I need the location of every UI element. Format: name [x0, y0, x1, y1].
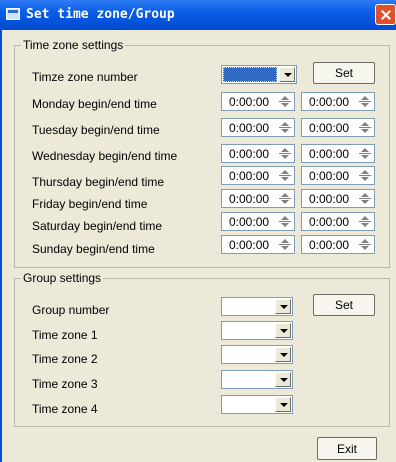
timezone2-label: Time zone 2: [32, 352, 98, 366]
timezone-set-button[interactable]: Set: [313, 62, 375, 84]
timezone3-combo[interactable]: [221, 370, 293, 389]
close-button[interactable]: [375, 4, 396, 25]
time-value: 0:00:00: [309, 121, 350, 135]
saturday-end-time[interactable]: 0:00:00: [301, 212, 375, 231]
wednesday-begin-time[interactable]: 0:00:00: [221, 144, 295, 163]
timezone-settings-legend: Time zone settings: [23, 38, 124, 52]
window-border: [0, 30, 2, 462]
spinner-icon[interactable]: [278, 146, 292, 161]
exit-button[interactable]: Exit: [317, 437, 377, 460]
friday-end-time[interactable]: 0:00:00: [301, 189, 375, 208]
spinner-icon[interactable]: [358, 120, 372, 135]
monday-begin-time[interactable]: 0:00:00: [221, 92, 295, 111]
chevron-down-icon[interactable]: [275, 397, 291, 412]
time-value: 0:00:00: [229, 121, 270, 135]
timezone-number-combo[interactable]: [221, 65, 297, 84]
group-settings-legend: Group settings: [23, 271, 102, 285]
combo-selection: [223, 67, 277, 82]
spinner-icon[interactable]: [358, 168, 372, 183]
chevron-down-icon[interactable]: [275, 299, 291, 314]
dialog-window: Set time zone/Group Time zone settings T…: [0, 0, 396, 462]
chevron-down-icon[interactable]: [275, 347, 291, 362]
tuesday-end-time[interactable]: 0:00:00: [301, 118, 375, 137]
thursday-end-time[interactable]: 0:00:00: [301, 166, 375, 185]
thursday-begin-time[interactable]: 0:00:00: [221, 166, 295, 185]
time-value: 0:00:00: [309, 147, 350, 161]
timezone4-label: Time zone 4: [32, 402, 98, 416]
monday-end-time[interactable]: 0:00:00: [301, 92, 375, 111]
saturday-begin-time[interactable]: 0:00:00: [221, 212, 295, 231]
chevron-down-icon[interactable]: [275, 323, 291, 338]
time-value: 0:00:00: [229, 95, 270, 109]
spinner-icon[interactable]: [278, 191, 292, 206]
group-number-combo[interactable]: [221, 297, 293, 316]
spinner-icon[interactable]: [278, 168, 292, 183]
time-value: 0:00:00: [309, 169, 350, 183]
friday-begin-time[interactable]: 0:00:00: [221, 189, 295, 208]
time-value: 0:00:00: [229, 192, 270, 206]
window-title: Set time zone/Group: [26, 7, 175, 22]
time-value: 0:00:00: [309, 192, 350, 206]
sunday-begin-time[interactable]: 0:00:00: [221, 235, 295, 254]
wednesday-end-time[interactable]: 0:00:00: [301, 144, 375, 163]
time-value: 0:00:00: [309, 95, 350, 109]
day-label-friday: Friday begin/end time: [32, 197, 148, 211]
timezone4-combo[interactable]: [221, 395, 293, 414]
spinner-icon[interactable]: [278, 237, 292, 252]
spinner-icon[interactable]: [358, 94, 372, 109]
day-label-monday: Monday begin/end time: [32, 97, 157, 111]
spinner-icon[interactable]: [358, 237, 372, 252]
timezone-number-label: Timze zone number: [32, 70, 138, 84]
day-label-saturday: Saturday begin/end time: [32, 219, 163, 233]
time-value: 0:00:00: [309, 215, 350, 229]
time-value: 0:00:00: [229, 215, 270, 229]
day-label-tuesday: Tuesday begin/end time: [32, 123, 160, 137]
timezone1-label: Time zone 1: [32, 328, 98, 342]
window-icon: [6, 8, 20, 20]
day-label-thursday: Thursday begin/end time: [32, 175, 165, 189]
timezone2-combo[interactable]: [221, 345, 293, 364]
group-set-button[interactable]: Set: [313, 294, 375, 316]
day-label-sunday: Sunday begin/end time: [32, 242, 155, 256]
day-label-wednesday: Wednesday begin/end time: [32, 149, 178, 163]
spinner-icon[interactable]: [358, 191, 372, 206]
spinner-icon[interactable]: [358, 146, 372, 161]
spinner-icon[interactable]: [358, 214, 372, 229]
tuesday-begin-time[interactable]: 0:00:00: [221, 118, 295, 137]
spinner-icon[interactable]: [278, 94, 292, 109]
spinner-icon[interactable]: [278, 120, 292, 135]
title-bar[interactable]: Set time zone/Group: [0, 0, 396, 30]
timezone1-combo[interactable]: [221, 321, 293, 340]
timezone3-label: Time zone 3: [32, 377, 98, 391]
group-number-label: Group number: [32, 303, 110, 317]
sunday-end-time[interactable]: 0:00:00: [301, 235, 375, 254]
time-value: 0:00:00: [229, 238, 270, 252]
chevron-down-icon[interactable]: [279, 67, 295, 82]
chevron-down-icon[interactable]: [275, 372, 291, 387]
spinner-icon[interactable]: [278, 214, 292, 229]
time-value: 0:00:00: [309, 238, 350, 252]
time-value: 0:00:00: [229, 169, 270, 183]
time-value: 0:00:00: [229, 147, 270, 161]
